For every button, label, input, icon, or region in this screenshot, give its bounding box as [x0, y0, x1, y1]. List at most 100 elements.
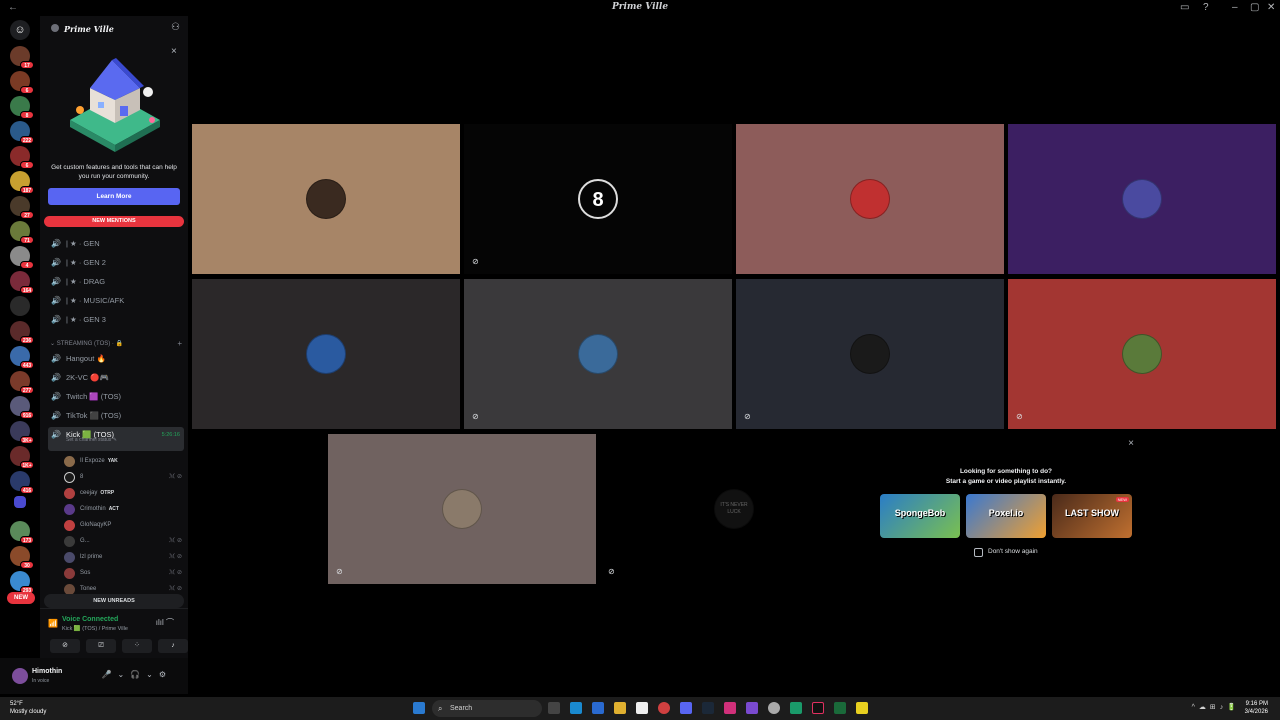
voice-channel[interactable]: 🔊 TikTok ⬛ (TOS)	[48, 408, 184, 424]
file-explorer-icon[interactable]	[614, 702, 626, 714]
edge-icon[interactable]	[570, 702, 582, 714]
dont-show-label[interactable]: Don't show again	[988, 548, 1038, 555]
server-icon[interactable]: 8	[10, 96, 34, 119]
voice-member[interactable]: ceejay OTRP	[64, 485, 184, 501]
server-icon[interactable]: 71	[10, 221, 34, 244]
new-mentions-pill[interactable]: NEW MENTIONS	[44, 216, 184, 227]
voice-member[interactable]: 8 ℳ ⊘	[64, 469, 184, 485]
server-icon[interactable]: 30	[10, 546, 34, 569]
video-tile[interactable]: IT'S NEVER LUCK ⊘	[600, 434, 868, 584]
video-tile[interactable]: 8 ⊘	[464, 124, 732, 274]
app-icon[interactable]	[790, 702, 802, 714]
voice-member[interactable]: G... ℳ ⊘	[64, 533, 184, 549]
chatgpt-icon[interactable]	[768, 702, 780, 714]
server-name[interactable]: Prime Ville	[64, 24, 114, 34]
folder-icon[interactable]	[14, 496, 26, 508]
voice-channel-active[interactable]: 🔊 Kick 🟩 (TOS) 5:26:16 Set a channel sta…	[48, 427, 184, 451]
server-icon[interactable]: 173	[10, 521, 34, 544]
instagram-icon[interactable]	[724, 702, 736, 714]
voice-member[interactable]: Crimothin ACT	[64, 501, 184, 517]
screen-share-button[interactable]: ⎚	[86, 639, 116, 653]
video-tile[interactable]	[192, 279, 460, 429]
video-tile[interactable]: ⊘	[328, 434, 596, 584]
game-card[interactable]: LAST SHOW NEW	[1052, 494, 1132, 538]
server-icon[interactable]: 164	[10, 271, 34, 294]
game-card[interactable]: Poxel.io	[966, 494, 1046, 538]
server-icon[interactable]: 187	[10, 171, 34, 194]
task-view-icon[interactable]	[548, 702, 560, 714]
copilot-icon[interactable]	[592, 702, 604, 714]
server-icon[interactable]: 277	[10, 371, 34, 394]
voice-channel[interactable]: 🔊 | ★ · MUSIC/AFK	[48, 293, 184, 309]
server-icon[interactable]: 17	[10, 46, 34, 69]
server-icon[interactable]: 3K+	[10, 421, 34, 444]
tiktok-icon[interactable]	[812, 702, 824, 714]
sticky-notes-icon[interactable]	[856, 702, 868, 714]
video-tile[interactable]	[192, 124, 460, 274]
close-window-icon[interactable]: ✕	[1267, 2, 1275, 13]
voice-member[interactable]: Il Expoze YAK	[64, 453, 184, 469]
voice-channel[interactable]: 🔊 | ★ · GEN	[48, 236, 184, 252]
server-header[interactable]: Prime Ville ⚇	[40, 16, 188, 42]
app-icon[interactable]	[746, 702, 758, 714]
server-icon[interactable]: 443	[10, 346, 34, 369]
chrome-icon[interactable]	[658, 702, 670, 714]
video-tile[interactable]: ⊘	[464, 279, 732, 429]
video-tile[interactable]: ⊘	[1008, 279, 1276, 429]
video-tile[interactable]: ⊘	[736, 279, 1004, 429]
server-icon[interactable]: 4	[10, 246, 34, 269]
mic-headset-settings-icons[interactable]: 🎤⌄🎧⌄⚙	[102, 670, 173, 679]
voice-member[interactable]: GloNaqyKP	[64, 517, 184, 533]
video-tile[interactable]	[1008, 124, 1276, 274]
promo-close-icon[interactable]: ×	[171, 46, 177, 57]
server-icon[interactable]: 6	[10, 71, 34, 94]
start-icon[interactable]	[413, 702, 425, 714]
add-channel-icon[interactable]: +	[177, 338, 182, 350]
voice-channel[interactable]: 🔊 | ★ · GEN 2	[48, 255, 184, 271]
voice-member[interactable]: Sos ℳ ⊘	[64, 565, 184, 581]
username[interactable]: Himothin	[32, 668, 62, 675]
taskbar-search[interactable]: ⌕ Search	[432, 700, 542, 717]
voice-channel[interactable]: 🔊 Hangout 🔥	[48, 351, 184, 367]
voice-status[interactable]: Voice Connected	[62, 616, 118, 623]
voice-channel[interactable]: 🔊 | ★ · DRAG	[48, 274, 184, 290]
voice-channel[interactable]: 🔊 Twitch 🟪 (TOS)	[48, 389, 184, 405]
new-unreads-pill[interactable]: NEW UNREADS	[44, 594, 184, 608]
noise-suppression-disconnect-icons[interactable]: ılıl ⌒	[156, 617, 174, 628]
signal-icon[interactable]: 📶	[48, 619, 58, 628]
new-servers-pill[interactable]: NEW	[7, 592, 35, 604]
channel-status-prompt[interactable]: Set a channel status ✎	[66, 437, 117, 443]
store-icon[interactable]	[636, 702, 648, 714]
server-icon[interactable]	[10, 296, 30, 316]
steam-icon[interactable]	[702, 702, 714, 714]
activities-button[interactable]: ⁘	[122, 639, 152, 653]
maximize-icon[interactable]: ▢	[1250, 2, 1259, 13]
help-icon[interactable]: ?	[1203, 2, 1209, 13]
discord-icon[interactable]	[680, 702, 692, 714]
voice-member[interactable]: lzl prime ℳ ⊘	[64, 549, 184, 565]
invite-people-icon[interactable]: ⚇	[171, 22, 180, 33]
voice-channel-path[interactable]: Kick 🟩 (TOS) / Prime Ville	[62, 626, 128, 632]
clock[interactable]: 9:16 PM 3/4/2026	[1245, 700, 1268, 716]
excel-icon[interactable]	[834, 702, 846, 714]
server-icon[interactable]: 916	[10, 396, 34, 419]
inbox-icon[interactable]: ▭	[1180, 2, 1189, 13]
server-icon[interactable]: 1K+	[10, 446, 34, 469]
video-tile[interactable]	[736, 124, 1004, 274]
category-streaming[interactable]: ⌄ STREAMING (TOS) · 🔒 +	[50, 338, 184, 350]
voice-channel[interactable]: 🔊 | ★ · GEN 3	[48, 312, 184, 328]
learn-more-button[interactable]: Learn More	[48, 188, 180, 205]
weather-widget[interactable]: 52°F Mostly cloudy	[10, 700, 46, 716]
soundboard-button[interactable]: ♪	[158, 639, 188, 653]
camera-off-button[interactable]: ⊘	[50, 639, 80, 653]
game-card[interactable]: SpongeBob	[880, 494, 960, 538]
user-avatar[interactable]	[12, 668, 28, 684]
server-icon[interactable]: 416	[10, 471, 34, 494]
server-icon[interactable]: 222	[10, 121, 34, 144]
close-icon[interactable]: ×	[1128, 438, 1134, 449]
server-icon[interactable]: 27	[10, 196, 34, 219]
server-icon[interactable]: 6	[10, 146, 34, 169]
server-icon[interactable]: 293	[10, 571, 34, 594]
dont-show-checkbox[interactable]	[974, 548, 983, 557]
server-icon[interactable]: 236	[10, 321, 34, 344]
